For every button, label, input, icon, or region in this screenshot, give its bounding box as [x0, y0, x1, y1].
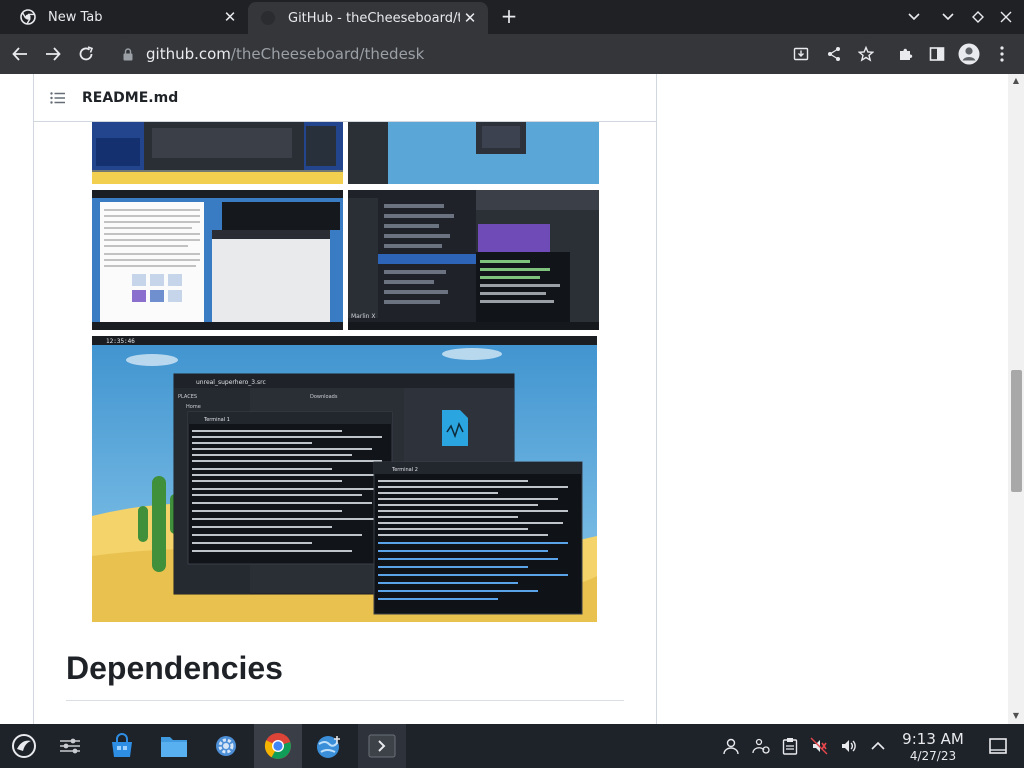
show-desktop-icon[interactable]: [988, 736, 1008, 756]
readme-filename: README.md: [82, 89, 179, 106]
chrome-icon: [20, 9, 36, 25]
outline-list-icon[interactable]: [50, 90, 66, 106]
tab-title: New Tab: [48, 9, 103, 25]
github-icon: [260, 10, 276, 26]
chrome-taskbar-icon[interactable]: [254, 724, 302, 768]
scroll-up-icon[interactable]: ▲: [1010, 76, 1022, 86]
window-title: unreal_superhero_3.src: [196, 379, 266, 386]
terminal-icon[interactable]: [358, 724, 406, 768]
user-icon[interactable]: [721, 736, 741, 756]
new-tab-button[interactable]: +: [498, 6, 520, 28]
taskbar: 9:13 AM 4/27/23: [0, 724, 1024, 768]
share-icon[interactable]: [822, 42, 846, 66]
browser-toolbar: github.com/theCheeseboard/thedesk: [0, 34, 1024, 74]
bookmark-star-icon[interactable]: [854, 42, 878, 66]
close-icon[interactable]: ✕: [460, 8, 480, 28]
readme-header: README.md: [34, 74, 656, 122]
clipboard-icon[interactable]: [780, 736, 800, 756]
desktop-screenshot: 12:35:46 unreal_superhero_3.src PLACES H…: [92, 336, 597, 622]
maximize-icon[interactable]: [967, 7, 989, 27]
url-path: /theCheeseboard/thedesk: [230, 45, 425, 63]
close-icon[interactable]: ✕: [220, 7, 240, 27]
tray-expand-chevron-icon[interactable]: [868, 736, 888, 756]
lock-icon[interactable]: [120, 46, 136, 62]
screenshot-image: [348, 122, 599, 184]
install-app-icon[interactable]: [789, 42, 813, 66]
screenshot-image: Marlin X: [348, 190, 599, 330]
heading-divider: [66, 700, 624, 701]
section-heading: Dependencies: [66, 650, 283, 686]
screenshot-image: [92, 122, 343, 184]
accessibility-icon[interactable]: [751, 736, 771, 756]
screenshot-caption: Marlin X: [351, 313, 375, 320]
back-icon[interactable]: [8, 42, 32, 66]
tab-title: GitHub - theCheeseboard/thedesk: [288, 10, 460, 26]
extensions-icon[interactable]: [894, 42, 918, 66]
file-manager-icon[interactable]: [150, 724, 198, 768]
places-label: PLACES: [178, 394, 197, 400]
screenshot-clock: 12:35:46: [106, 338, 135, 345]
volume-icon[interactable]: [839, 736, 859, 756]
web-page: README.md Marlin X 12:35:46 unreal_super…: [0, 74, 1024, 724]
menu-kebab-icon[interactable]: [990, 42, 1014, 66]
url-host: github.com: [146, 45, 231, 63]
profile-avatar-icon[interactable]: [957, 42, 981, 66]
side-panel-icon[interactable]: [925, 42, 949, 66]
readme-panel: README.md Marlin X 12:35:46 unreal_super…: [33, 74, 657, 724]
clock-time: 9:13 AM: [902, 730, 964, 748]
store-icon[interactable]: [98, 724, 146, 768]
system-settings-icon[interactable]: [46, 724, 94, 768]
tab-github[interactable]: GitHub - theCheeseboard/thedesk ✕: [248, 2, 488, 34]
scrollbar-thumb[interactable]: [1011, 370, 1022, 492]
terminal-title: Terminal 1: [203, 417, 230, 423]
tab-new-tab[interactable]: New Tab ✕: [8, 0, 248, 34]
downloads-label: Downloads: [310, 394, 338, 400]
tab-search-icon[interactable]: [903, 7, 925, 27]
microphone-muted-icon[interactable]: [809, 736, 829, 756]
settings-gear-icon[interactable]: [202, 724, 250, 768]
app-launcher-icon[interactable]: [0, 724, 48, 768]
scroll-down-icon[interactable]: ▼: [1010, 711, 1022, 721]
terminal-title: Terminal 2: [391, 467, 418, 473]
minimize-icon[interactable]: [937, 7, 959, 27]
clock-date: 4/27/23: [909, 749, 957, 763]
forward-icon[interactable]: [41, 42, 65, 66]
browser-globe-icon[interactable]: [306, 724, 354, 768]
address-bar[interactable]: github.com/theCheeseboard/thedesk: [108, 38, 884, 70]
screenshot-image: [92, 190, 343, 330]
taskbar-clock[interactable]: 9:13 AM 4/27/23: [896, 730, 970, 764]
reload-icon[interactable]: [74, 42, 98, 66]
close-window-icon[interactable]: [995, 7, 1017, 27]
home-label: Home: [186, 404, 201, 410]
url-text: github.com/theCheeseboard/thedesk: [146, 45, 424, 63]
tab-strip: New Tab ✕ GitHub - theCheeseboard/thedes…: [0, 0, 1024, 34]
